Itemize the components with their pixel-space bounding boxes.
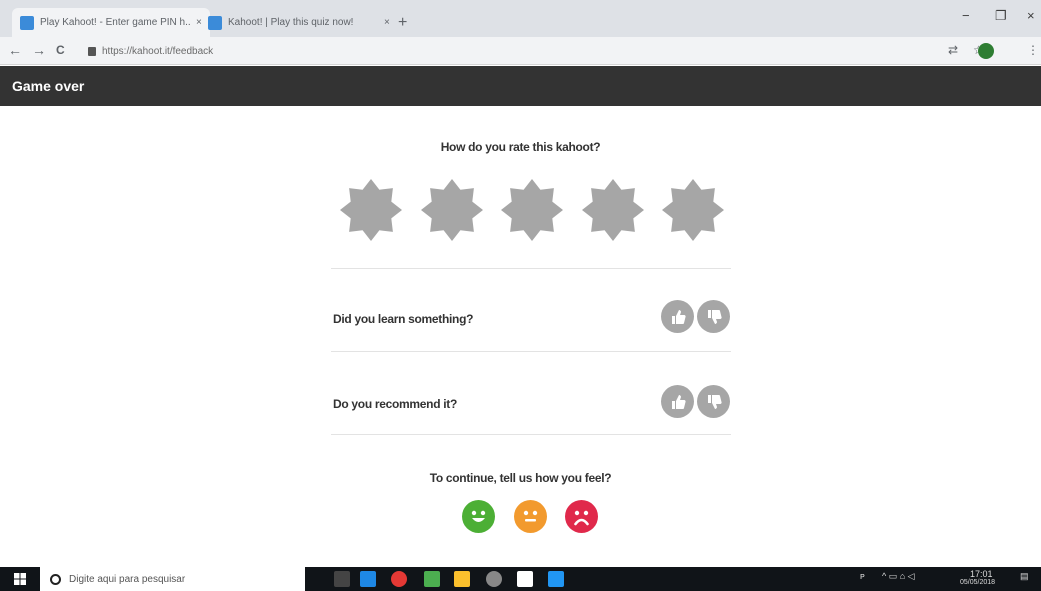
reload-button[interactable]: C xyxy=(56,43,65,57)
divider xyxy=(331,434,731,435)
happy-face-icon xyxy=(471,510,486,522)
question-learn-row: Did you learn something? xyxy=(331,299,731,339)
clock-time[interactable]: 17:01 xyxy=(970,569,993,579)
star-rating-1-icon[interactable] xyxy=(339,178,403,242)
tab-play-kahoot[interactable]: Play Kahoot! - Enter game PIN h... × xyxy=(12,8,210,37)
chrome-icon[interactable] xyxy=(391,571,407,587)
rating-question: How do you rate this kahoot? xyxy=(440,140,601,154)
page-title: Game over xyxy=(12,78,85,94)
windows-taskbar: Digite aqui para pesquisar ᴘ ^ ▭ ⌂ ◁ 17:… xyxy=(0,567,1041,591)
kahoot-favicon-icon xyxy=(208,15,222,30)
happy-face-button[interactable] xyxy=(462,500,495,533)
translate-icon[interactable]: ⇄ xyxy=(948,43,958,57)
forward-button[interactable]: → xyxy=(32,42,46,58)
minimize-button[interactable]: − xyxy=(962,8,970,23)
thumb-down-button[interactable] xyxy=(697,300,730,333)
question-learn-text: Did you learn something? xyxy=(333,312,474,326)
tab-title: Play Kahoot! - Enter game PIN h... xyxy=(40,17,190,28)
task-view-icon[interactable] xyxy=(334,571,350,587)
feeling-question: To continue, tell us how you feel? xyxy=(429,471,612,485)
settings-icon[interactable] xyxy=(486,571,502,587)
new-tab-button[interactable]: + xyxy=(398,14,407,32)
tab-close-icon[interactable]: × xyxy=(384,17,390,28)
divider xyxy=(331,351,731,352)
maximize-button[interactable]: ❐ xyxy=(995,8,1007,24)
mail-icon[interactable] xyxy=(517,571,533,587)
thumb-up-icon xyxy=(671,309,686,324)
question-recommend-row: Do you recommend it? xyxy=(331,384,731,424)
star-rating-5-icon[interactable] xyxy=(661,178,725,242)
star-rating xyxy=(339,178,725,242)
photos-icon[interactable] xyxy=(424,571,440,587)
edge-icon[interactable] xyxy=(360,571,376,587)
neutral-face-icon xyxy=(523,510,538,522)
profile-avatar[interactable] xyxy=(978,43,994,59)
neutral-face-button[interactable] xyxy=(514,500,547,533)
question-recommend-text: Do you recommend it? xyxy=(333,397,458,411)
sad-face-button[interactable] xyxy=(565,500,598,533)
thumb-up-button[interactable] xyxy=(661,300,694,333)
page-header: Game over xyxy=(0,66,1041,106)
thumb-down-icon xyxy=(707,394,722,409)
close-window-button[interactable]: × xyxy=(1027,8,1035,23)
address-bar[interactable]: https://kahoot.it/feedback xyxy=(88,41,918,61)
back-button[interactable]: ← xyxy=(8,42,22,58)
star-rating-3-icon[interactable] xyxy=(500,178,564,242)
sad-face-icon xyxy=(574,510,589,526)
people-icon[interactable]: ᴘ xyxy=(860,571,865,581)
store-icon[interactable] xyxy=(454,571,470,587)
cortana-icon xyxy=(50,573,61,585)
taskbar-search-placeholder: Digite aqui para pesquisar xyxy=(69,573,186,585)
thumb-up-icon xyxy=(671,394,686,409)
tab-title: Kahoot! | Play this quiz now! xyxy=(228,17,354,28)
divider xyxy=(331,268,731,269)
url-text: https://kahoot.it/feedback xyxy=(102,45,214,57)
windows-start-icon[interactable] xyxy=(14,573,26,585)
browser-tab-strip: Play Kahoot! - Enter game PIN h... × Kah… xyxy=(0,0,1041,37)
lock-icon xyxy=(88,46,96,56)
taskbar-search-input[interactable]: Digite aqui para pesquisar xyxy=(40,567,305,591)
notification-icon[interactable]: ▤ xyxy=(1020,571,1029,582)
kahoot-favicon-icon xyxy=(20,15,34,30)
star-rating-2-icon[interactable] xyxy=(420,178,484,242)
thumb-down-icon xyxy=(707,309,722,324)
menu-dots-icon[interactable]: ⋮ xyxy=(1027,43,1039,57)
app-icon[interactable] xyxy=(548,571,564,587)
thumb-up-button[interactable] xyxy=(661,385,694,418)
browser-toolbar: ← → C https://kahoot.it/feedback ⇄ ☆ ⋮ xyxy=(0,37,1041,65)
thumb-down-button[interactable] xyxy=(697,385,730,418)
clock-date[interactable]: 05/05/2018 xyxy=(960,579,995,586)
tab-kahoot-quiz[interactable]: Kahoot! | Play this quiz now! × xyxy=(200,8,398,37)
tray-icons[interactable]: ^ ▭ ⌂ ◁ xyxy=(882,571,915,582)
star-rating-4-icon[interactable] xyxy=(581,178,645,242)
